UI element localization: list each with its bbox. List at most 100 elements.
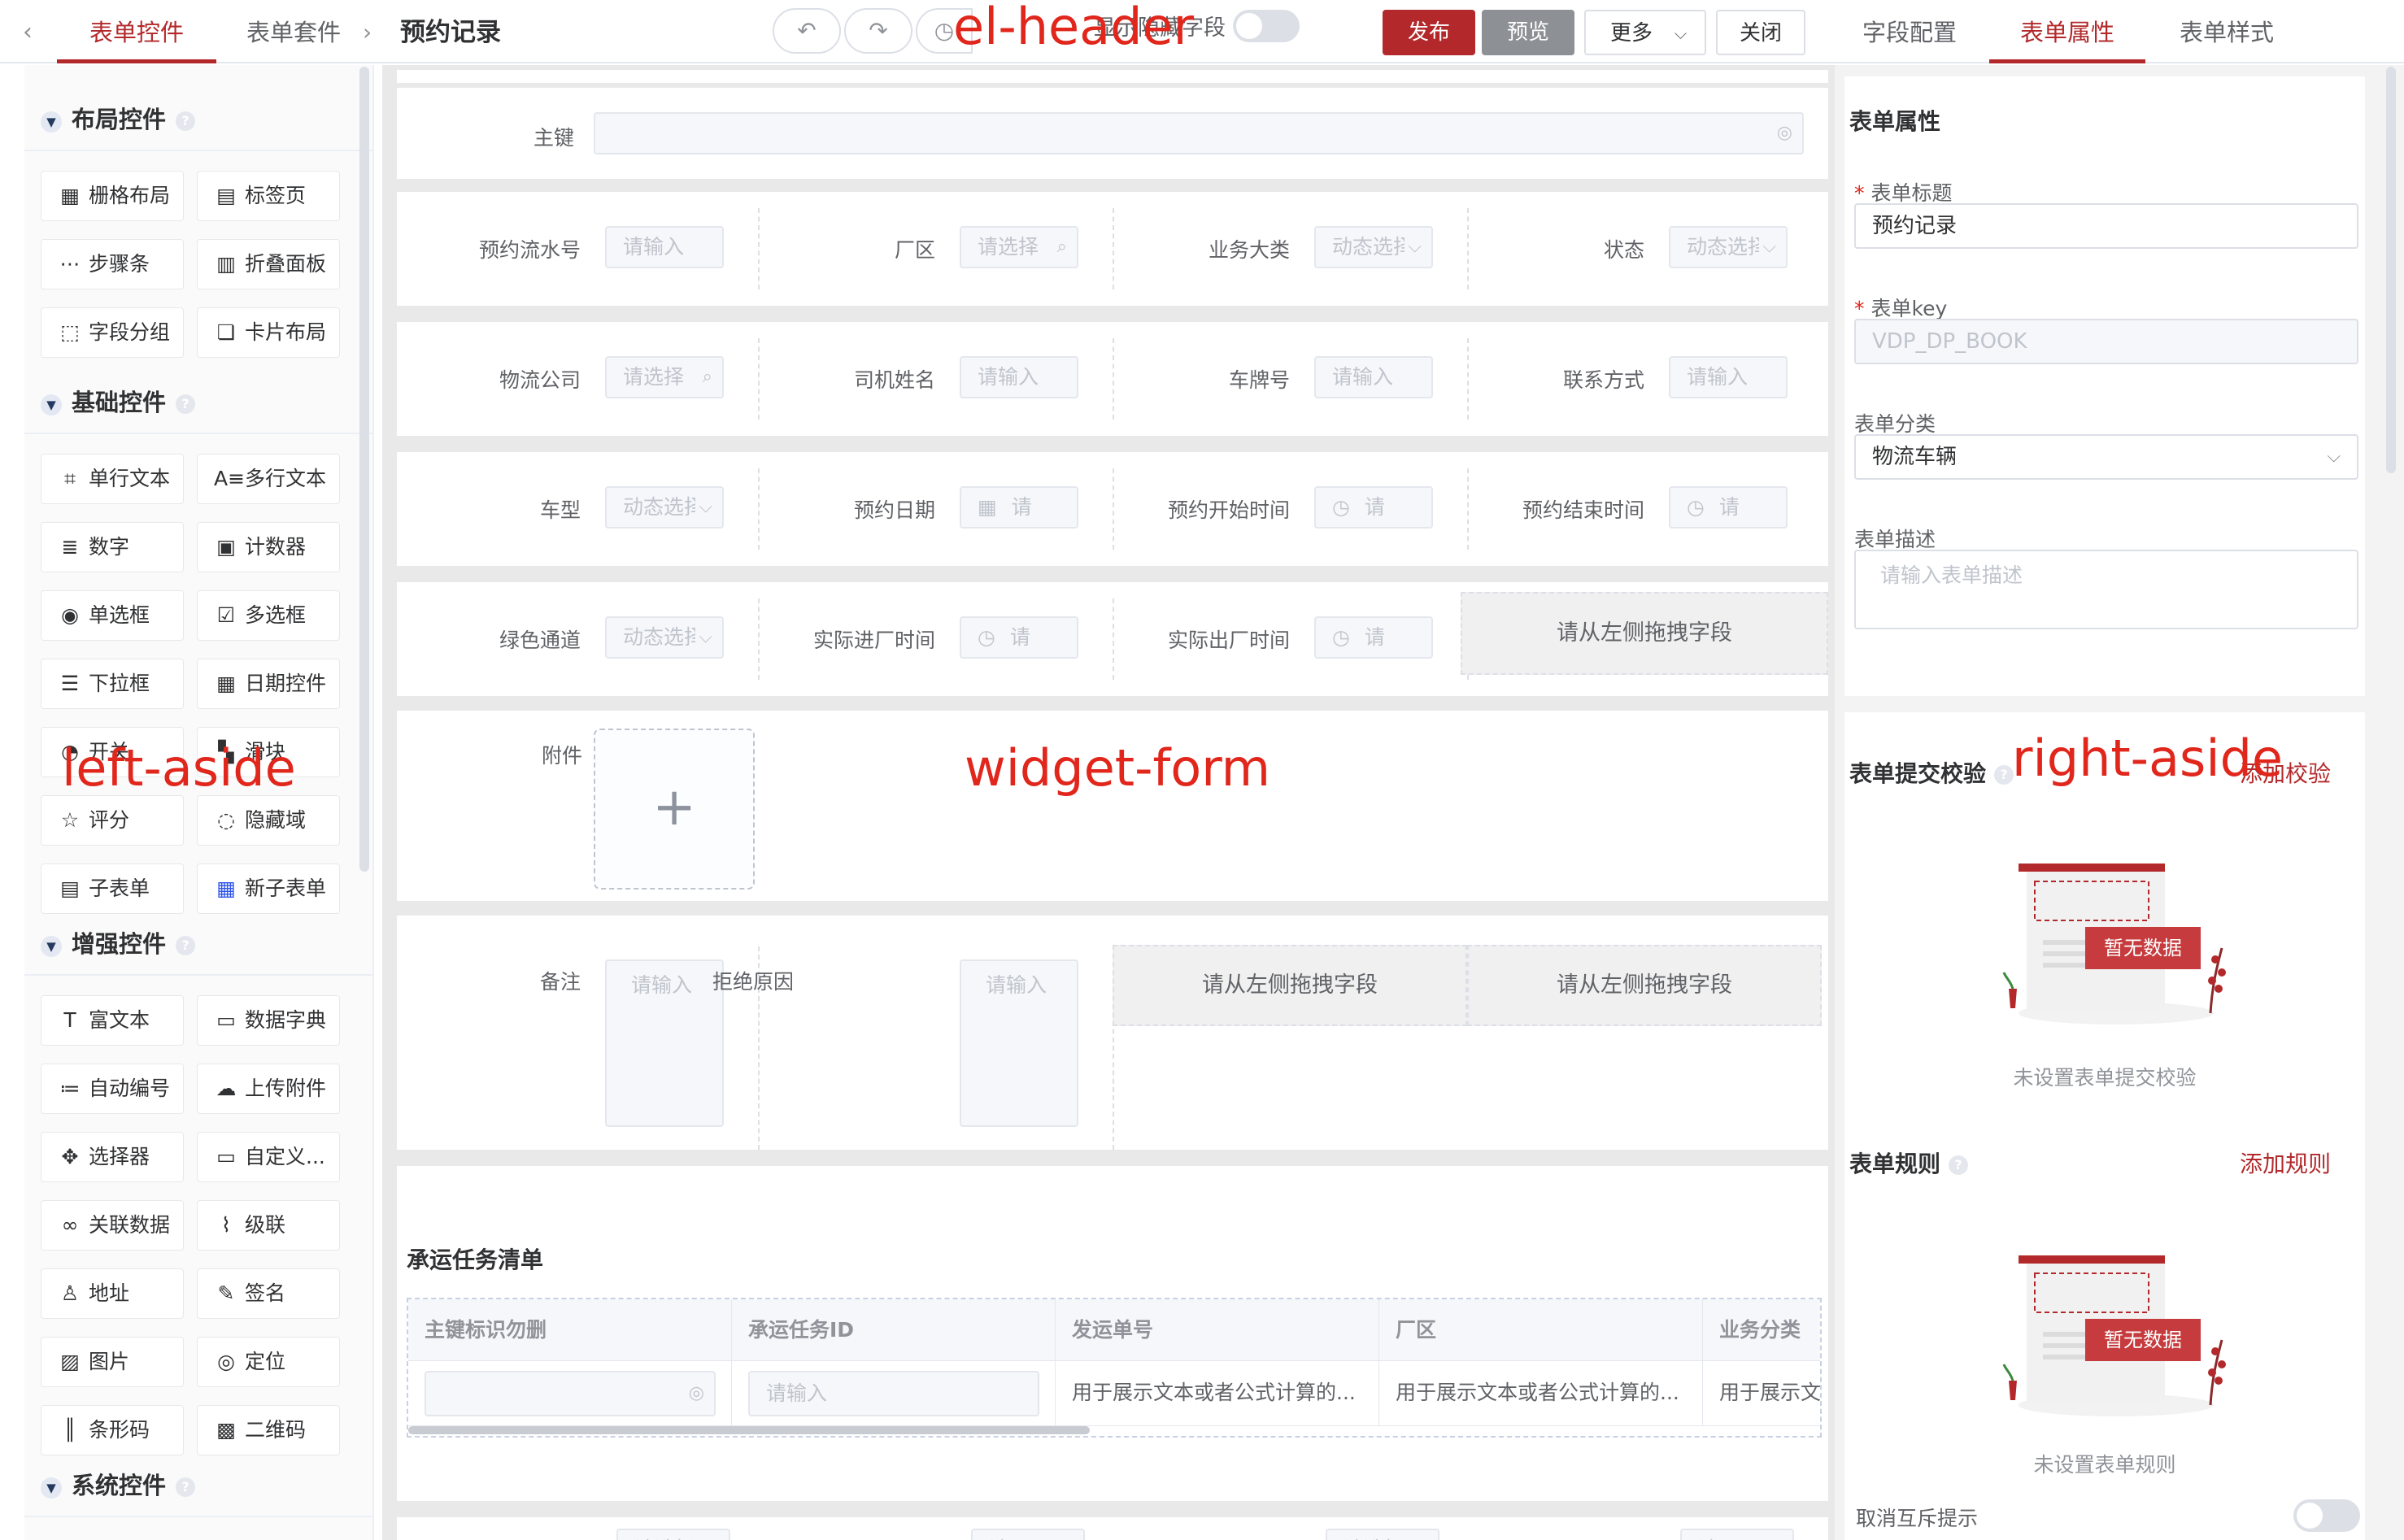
input-field[interactable]: 请输入	[1669, 356, 1788, 398]
upload-plus-icon[interactable]: +	[594, 729, 755, 890]
subtable-horizontal-scrollbar[interactable]	[408, 1426, 1090, 1434]
eye-off-icon: ◎	[688, 1383, 704, 1403]
search-field[interactable]: 请选择 ⌕	[960, 226, 1078, 268]
add-rule-link[interactable]: 添加规则	[2240, 1146, 2331, 1179]
widget-table[interactable]: ▦ 新子表单	[197, 864, 340, 914]
drop-zone[interactable]: 请从左侧拖拽字段	[1461, 592, 1828, 675]
input-field[interactable]: 请输入	[960, 356, 1078, 398]
input-field[interactable]: 请输入	[1314, 356, 1433, 398]
more-label: 更多	[1610, 21, 1653, 46]
eye-off-icon[interactable]: ◎	[1777, 114, 1792, 153]
widget-switch[interactable]: ◔ 开关	[41, 727, 184, 777]
widget-calendar[interactable]: ▦ 日期控件	[197, 659, 340, 709]
tab-form-properties[interactable]: 表单属性	[1989, 0, 2145, 63]
primary-key-input[interactable]: ◎	[594, 112, 1804, 154]
publish-button[interactable]: 发布	[1383, 10, 1475, 55]
task-id-input[interactable]: 请输入	[748, 1371, 1039, 1416]
time-field[interactable]: ◷ 请	[1314, 616, 1433, 659]
widget-collapse[interactable]: ▥ 折叠面板	[197, 239, 340, 289]
left-scrollbar[interactable]	[359, 67, 369, 872]
widget-address[interactable]: ♙ 地址	[41, 1268, 184, 1319]
widget-card[interactable]: ❏ 卡片布局	[197, 307, 340, 358]
select-field[interactable]: 动态选择 ⌵	[605, 616, 724, 659]
show-hidden-fields-toggle[interactable]	[1233, 10, 1300, 42]
group-title-basic[interactable]: ▼ 基础控件?	[41, 384, 196, 418]
undo-icon[interactable]: ↶	[773, 8, 841, 54]
primary-id-input[interactable]: ◎	[425, 1371, 716, 1416]
system-field[interactable]: 请	[971, 1529, 1085, 1540]
time-field[interactable]: ◷ 请	[1314, 486, 1433, 529]
redo-icon[interactable]: ↷	[844, 8, 912, 54]
widget-counter[interactable]: ▣ 计数器	[197, 522, 340, 572]
widget-label: 字段分组	[89, 320, 171, 344]
mutex-tip-toggle[interactable]	[2293, 1499, 2360, 1532]
date-field[interactable]: ▦ 请	[960, 486, 1078, 529]
widget-number[interactable]: ≣ 数字	[41, 522, 184, 572]
widget-radio[interactable]: ◉ 单选框	[41, 590, 184, 641]
widget-cascade[interactable]: ⌇ 级联	[197, 1200, 340, 1251]
widget-upload[interactable]: ☁ 上传附件	[197, 1064, 340, 1114]
widget-dictionary[interactable]: ▭ 数据字典	[197, 995, 340, 1046]
system-field[interactable]: 请	[1680, 1529, 1794, 1540]
widget-hidden[interactable]: ◌ 隐藏域	[197, 795, 340, 846]
form-properties-section: 表单属性 * 表单标题 预约记录 * 表单key VDP_DP_BOOK 表单分类 …	[1844, 76, 2365, 696]
clock-icon[interactable]: ◷	[916, 8, 973, 54]
preview-button[interactable]: 预览	[1482, 10, 1574, 55]
select-field[interactable]: 动态选择 ⌵	[1314, 226, 1433, 268]
widget-textarea[interactable]: A≡多行文本	[197, 454, 340, 504]
widget-auto-number[interactable]: ≔ 自动编号	[41, 1064, 184, 1114]
widget-signature[interactable]: ✎ 签名	[197, 1268, 340, 1319]
widget-checkbox[interactable]: ☑ 多选框	[197, 590, 340, 641]
tab-form-style[interactable]: 表单样式	[2180, 0, 2274, 63]
form-description-textarea[interactable]: 请输入表单描述	[1854, 550, 2358, 629]
widget-field-group[interactable]: ⬚ 字段分组	[41, 307, 184, 358]
widget-rich-text[interactable]: T 富文本	[41, 995, 184, 1046]
widget-location[interactable]: ◎ 定位	[197, 1337, 340, 1387]
widget-image[interactable]: ▨ 图片	[41, 1337, 184, 1387]
widget-label: 标签页	[245, 184, 307, 207]
more-button[interactable]: 更多 ⌵	[1584, 10, 1706, 55]
widget-custom[interactable]: ▭ 自定义...	[197, 1132, 340, 1182]
group-title-layout[interactable]: ▼ 布局控件?	[41, 101, 196, 135]
form-category-select[interactable]: 物流车辆 ⌵	[1854, 434, 2358, 480]
field-label: 预约日期	[853, 498, 935, 522]
close-button[interactable]: 关闭	[1716, 10, 1805, 55]
widget-qrcode[interactable]: ▩ 二维码	[197, 1405, 340, 1455]
widget-steps[interactable]: ⋯ 步骤条	[41, 239, 184, 289]
group-title-enhanced[interactable]: ▼ 增强控件?	[41, 925, 196, 959]
widget-grid-layout[interactable]: ▦ 栅格布局	[41, 171, 184, 221]
search-field[interactable]: 请选择 ⌕	[605, 356, 724, 398]
chevron-left-icon[interactable]: ‹	[23, 18, 33, 46]
right-scrollbar[interactable]	[2386, 67, 2396, 473]
widget-text-input[interactable]: ⌗ 单行文本	[41, 454, 184, 504]
validation-empty-text: 未设置表单提交校验	[2013, 1066, 2197, 1090]
system-field[interactable]: 请选择	[1326, 1529, 1439, 1540]
widget-tabs[interactable]: ▤ 标签页	[197, 171, 340, 221]
add-validation-link[interactable]: 添加校验	[2240, 756, 2331, 789]
select-field[interactable]: 动态选择 ⌵	[1669, 226, 1788, 268]
drop-zone[interactable]: 请从左侧拖拽字段	[1467, 945, 1822, 1026]
empty-state-illustration: 暂无数据	[2002, 859, 2230, 1029]
drop-zone[interactable]: 请从左侧拖拽字段	[1113, 945, 1467, 1026]
tab-form-kits[interactable]: 表单套件	[241, 0, 346, 63]
widget-slider[interactable]: ▚ 滑块	[197, 727, 340, 777]
form-title-input[interactable]: 预约记录	[1854, 203, 2358, 249]
select-field[interactable]: 动态选择 ⌵	[605, 486, 724, 529]
reject-reason-textarea[interactable]: 请输入	[960, 959, 1078, 1127]
input-field[interactable]: 请输入	[605, 226, 724, 268]
widget-selector[interactable]: ✥ 选择器	[41, 1132, 184, 1182]
widget-select[interactable]: ☰ 下拉框	[41, 659, 184, 709]
widget-link-data[interactable]: ∞ 关联数据	[41, 1200, 184, 1251]
group-title-label: 增强控件	[72, 930, 167, 958]
group-title-system[interactable]: ▼ 系统控件?	[41, 1467, 196, 1501]
time-field[interactable]: ◷ 请	[1669, 486, 1788, 529]
system-field[interactable]: 请选择	[616, 1529, 730, 1540]
widget-barcode[interactable]: ║ 条形码	[41, 1405, 184, 1455]
widget-label: 栅格布局	[89, 184, 171, 207]
caret-down-icon: ▼	[41, 394, 62, 415]
widget-star[interactable]: ☆ 评分	[41, 795, 184, 846]
tab-field-config[interactable]: 字段配置	[1862, 0, 1957, 63]
widget-subform[interactable]: ▤ 子表单	[41, 864, 184, 914]
tab-form-widgets[interactable]: 表单控件	[57, 0, 216, 63]
time-field[interactable]: ◷ 请	[960, 616, 1078, 659]
